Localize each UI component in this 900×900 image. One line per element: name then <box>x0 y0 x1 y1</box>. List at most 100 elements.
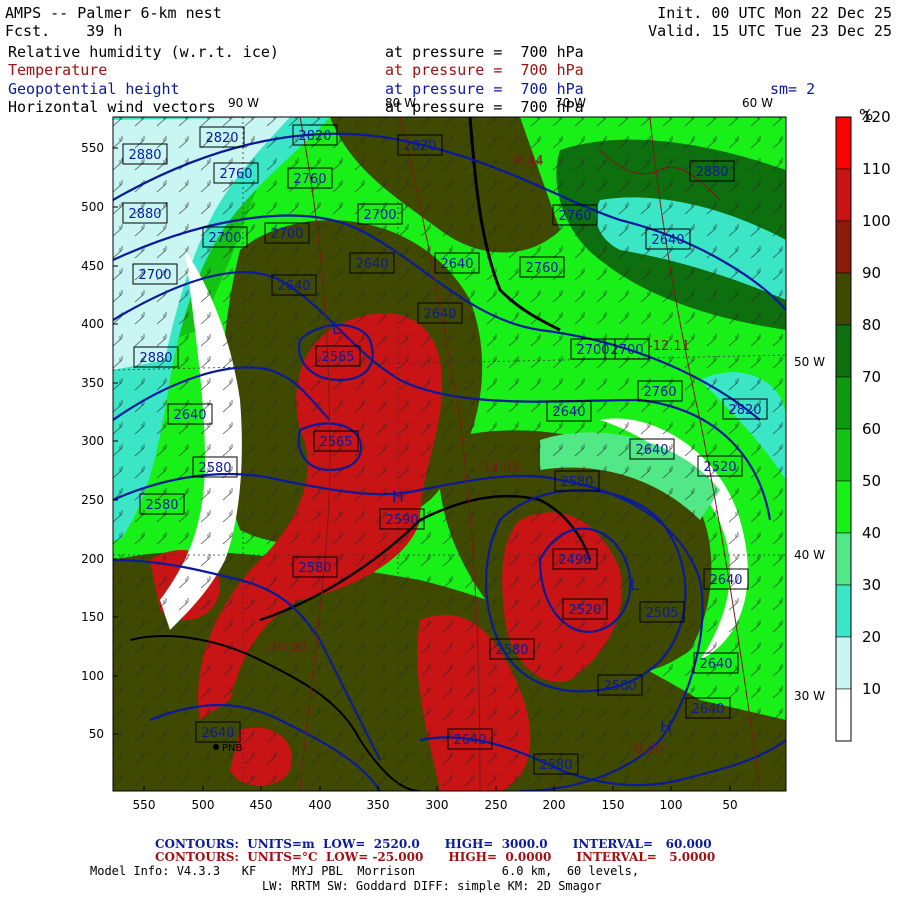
y-tick-label: 350 <box>81 376 104 390</box>
contour-label: 2760 <box>558 209 591 224</box>
y-tick-label: 300 <box>81 434 104 448</box>
colorbar-swatch <box>835 116 852 170</box>
x-tick-label: 550 <box>133 798 156 812</box>
contour-label: 2590 <box>385 513 418 528</box>
contour-label: 2700 <box>138 268 171 283</box>
colorbar-level: 110 <box>862 160 891 178</box>
contour-label: 2498 <box>558 553 591 568</box>
y-tick-label: 50 <box>89 727 104 741</box>
colorbar-level: 10 <box>862 680 881 698</box>
contour-label: 2580 <box>495 643 528 658</box>
low-marker: L <box>630 575 639 594</box>
colorbar-swatch <box>835 636 852 690</box>
colorbar-level: 40 <box>862 524 881 542</box>
contour-label: 2640 <box>635 443 668 458</box>
contour-label: 2820 <box>728 403 761 418</box>
y-tick-label: 200 <box>81 552 104 566</box>
contour-label: 2580 <box>298 561 331 576</box>
x-tick-label: 200 <box>543 798 566 812</box>
contour-label: 2640 <box>355 257 388 272</box>
colorbar-swatch <box>835 324 852 378</box>
contour-label: 2640 <box>277 279 310 294</box>
lon-label-right: 50 W <box>794 355 825 369</box>
field-level-height: at pressure = 700 hPa <box>385 80 584 98</box>
colorbar-swatch <box>835 688 852 742</box>
field-name-temp: Temperature <box>8 61 108 79</box>
colorbar-level: 60 <box>862 420 881 438</box>
y-tick-label: 450 <box>81 259 104 273</box>
contour-label: 2820 <box>205 131 238 146</box>
colorbar-level: 50 <box>862 472 881 490</box>
colorbar-swatch <box>835 272 852 326</box>
valid-time: Valid. 15 UTC Tue 23 Dec 25 <box>648 22 892 40</box>
contour-label: 2505 <box>645 606 678 621</box>
contour-label: 2820 <box>298 129 331 144</box>
x-tick-label: 400 <box>309 798 332 812</box>
colorbar-swatch <box>835 480 852 534</box>
field-name-wind: Horizontal wind vectors <box>8 98 216 116</box>
field-name-height: Geopotential height <box>8 80 180 98</box>
field-level-wind: at pressure = 700 hPa <box>385 98 584 116</box>
contour-label: 2580 <box>560 475 593 490</box>
contour-label: 2880 <box>139 351 172 366</box>
y-tick-label: 100 <box>81 669 104 683</box>
station-marker <box>213 744 219 750</box>
colorbar-level: 20 <box>862 628 881 646</box>
colorbar-level: 70 <box>862 368 881 386</box>
x-tick-label: 250 <box>485 798 508 812</box>
colorbar-level: 80 <box>862 316 881 334</box>
x-tick-label: 50 <box>722 798 737 812</box>
footer-contour-height: CONTOURS: UNITS=m LOW= 2520.0 HIGH= 3000… <box>155 837 712 851</box>
contour-label: 2640 <box>173 408 206 423</box>
colorbar-swatch <box>835 532 852 586</box>
colorbar-level: 100 <box>862 212 891 230</box>
contour-label: 2580 <box>603 679 636 694</box>
contour-label: 2700 <box>270 227 303 242</box>
contour-label: 2640 <box>691 702 724 717</box>
x-tick-label: 100 <box>660 798 683 812</box>
contour-label: 2640 <box>423 307 456 322</box>
colorbar-swatch <box>835 428 852 482</box>
lon-label-right: 40 W <box>794 548 825 562</box>
colorbar-level: 120 <box>862 108 891 126</box>
contour-label: 2520 <box>703 460 736 475</box>
colorbar-swatch <box>835 220 852 274</box>
lon-label-top: 60 W <box>742 96 773 110</box>
y-tick-label: 400 <box>81 317 104 331</box>
y-tick-label: 500 <box>81 200 104 214</box>
footer-model-physics: LW: RRTM SW: Goddard DIFF: simple KM: 2D… <box>262 879 602 893</box>
map-title: AMPS -- Palmer 6-km nest <box>5 4 222 22</box>
contour-label: 2580 <box>539 758 572 773</box>
contour-label: 2700 <box>363 208 396 223</box>
init-time: Init. 00 UTC Mon 22 Dec 25 <box>657 4 892 22</box>
footer-contour-temp: CONTOURS: UNITS=°C LOW= -25.000 HIGH= 0.… <box>155 850 716 864</box>
temp-label: -8.00 <box>630 742 664 757</box>
contour-label: 2640 <box>552 405 585 420</box>
y-tick-label: 550 <box>81 141 104 155</box>
contour-label: 2565 <box>321 350 354 365</box>
y-axis: 550 500 450 400 350 300 250 200 150 100 50 <box>81 141 118 741</box>
contour-label: 2700 <box>576 343 609 358</box>
contour-label: 2565 <box>319 435 352 450</box>
high-marker: H <box>392 487 404 506</box>
smoothing-label: sm= 2 <box>770 80 816 98</box>
field-name-rh: Relative humidity (w.r.t. ice) <box>8 43 279 61</box>
y-tick-label: 250 <box>81 493 104 507</box>
colorbar-level: 90 <box>862 264 881 282</box>
contour-label: 2760 <box>219 167 252 182</box>
contour-label: 2760 <box>643 385 676 400</box>
station-label: PNB <box>222 743 243 754</box>
contour-label: 2880 <box>128 148 161 163</box>
contour-label: 2880 <box>128 207 161 222</box>
x-tick-label: 350 <box>367 798 390 812</box>
footer-model-info: Model Info: V4.3.3 KF MYJ PBL Morrison 6… <box>90 864 640 878</box>
colorbar-swatch <box>835 376 852 430</box>
x-tick-label: 300 <box>426 798 449 812</box>
contour-label: 2640 <box>699 657 732 672</box>
humidity-field <box>113 117 786 791</box>
contour-label: 2820 <box>403 139 436 154</box>
contour-label: 2640 <box>201 726 234 741</box>
colorbar-swatch <box>835 168 852 222</box>
field-level-rh: at pressure = 700 hPa <box>385 43 584 61</box>
contour-label: 2580 <box>198 461 231 476</box>
